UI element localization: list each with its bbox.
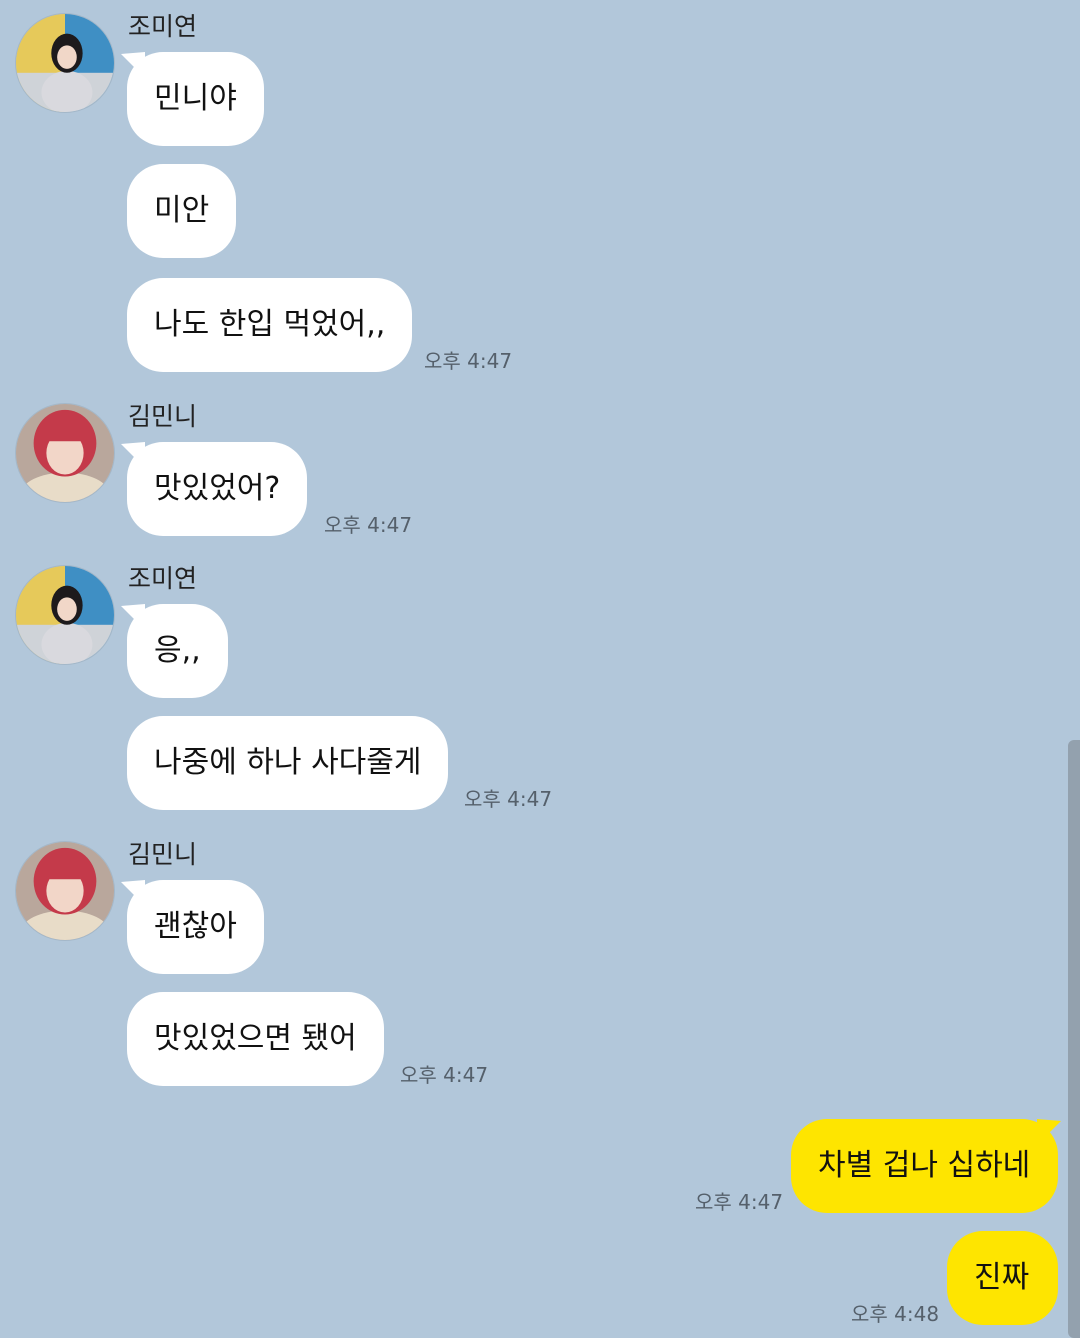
- message-bubble[interactable]: 미안: [127, 164, 237, 258]
- sender-avatar[interactable]: [15, 403, 115, 503]
- chat-scrollbar[interactable]: [1068, 740, 1080, 1338]
- message-bubble[interactable]: 맛있었으면 됐어: [127, 992, 384, 1086]
- message-bubble[interactable]: 응,,: [127, 604, 228, 698]
- my-message-bubble[interactable]: 차별 겁나 십하네: [791, 1119, 1058, 1213]
- avatar-photo: [16, 14, 114, 112]
- message-timestamp: 오후 4:47: [324, 513, 413, 537]
- avatar-photo: [16, 566, 114, 664]
- sender-name: 김민니: [128, 840, 198, 869]
- sender-avatar[interactable]: [15, 565, 115, 665]
- message-bubble[interactable]: 맛있었어?: [127, 442, 308, 536]
- message-bubble[interactable]: 민니야: [127, 52, 264, 146]
- sender-name: 김민니: [128, 402, 198, 431]
- avatar-photo: [16, 842, 114, 940]
- message-timestamp: 오후 4:47: [464, 787, 553, 811]
- avatar-photo: [16, 404, 114, 502]
- sender-avatar[interactable]: [15, 841, 115, 941]
- sender-name: 조미연: [128, 12, 198, 41]
- message-bubble[interactable]: 나중에 하나 사다줄게: [127, 716, 449, 810]
- message-timestamp: 오후 4:47: [424, 349, 513, 373]
- message-timestamp: 오후 4:48: [851, 1302, 940, 1326]
- message-timestamp: 오후 4:47: [400, 1063, 489, 1087]
- sender-avatar[interactable]: [15, 13, 115, 113]
- message-timestamp: 오후 4:47: [695, 1190, 784, 1214]
- my-message-bubble[interactable]: 진짜: [947, 1231, 1058, 1325]
- message-bubble[interactable]: 괜찮아: [127, 880, 264, 974]
- sender-name: 조미연: [128, 564, 198, 593]
- message-bubble[interactable]: 나도 한입 먹었어,,: [127, 278, 413, 372]
